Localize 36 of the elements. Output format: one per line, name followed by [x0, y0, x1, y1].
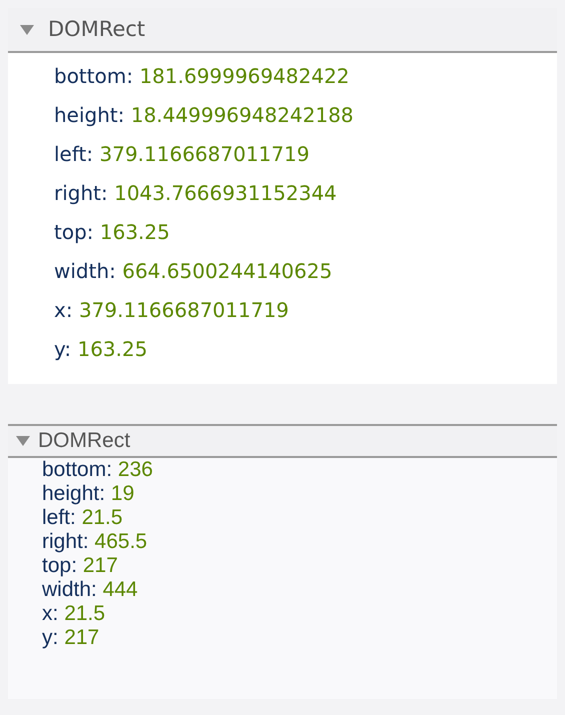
property-value: 163.25 — [77, 337, 148, 361]
property-name: width: — [42, 578, 97, 601]
property-value: 217 — [64, 626, 100, 649]
property-name: top: — [42, 554, 78, 577]
property-value: 217 — [82, 554, 118, 577]
property-value: 181.6999969482422 — [139, 64, 350, 88]
expanded-triangle-icon[interactable] — [20, 24, 34, 34]
property-name: left: — [42, 506, 76, 529]
property-name: y: — [42, 626, 58, 649]
property-value: 1043.7666931152344 — [114, 181, 337, 205]
property-value: 236 — [118, 458, 153, 481]
property-name: bottom: — [54, 64, 134, 88]
property-value: 465.5 — [94, 530, 148, 553]
object-title: DOMRect — [38, 428, 130, 454]
property-name: height: — [42, 482, 106, 505]
object-title: DOMRect — [48, 16, 146, 43]
property-name: left: — [54, 142, 94, 166]
property-name: y: — [54, 337, 72, 361]
property-value: 18.449996948242188 — [130, 103, 354, 127]
property-name: top: — [54, 220, 94, 244]
property-name: bottom: — [42, 458, 112, 481]
property-name: height: — [54, 103, 124, 127]
property-name: x: — [42, 602, 58, 625]
property-name: width: — [54, 259, 116, 283]
property-value: 664.6500244140625 — [122, 259, 332, 283]
property-value: 163.25 — [100, 220, 170, 244]
property-value: 21.5 — [64, 602, 106, 625]
property-value: 19 — [110, 482, 134, 505]
property-value: 21.5 — [82, 506, 123, 529]
property-value: 444 — [102, 578, 138, 601]
property-name: right: — [42, 530, 89, 553]
property-name: right: — [54, 181, 108, 205]
property-value: 379.1166687011719 — [100, 142, 310, 166]
property-value: 379.1166687011719 — [78, 298, 289, 322]
expanded-triangle-icon[interactable] — [16, 436, 30, 446]
property-name: x: — [54, 298, 73, 322]
